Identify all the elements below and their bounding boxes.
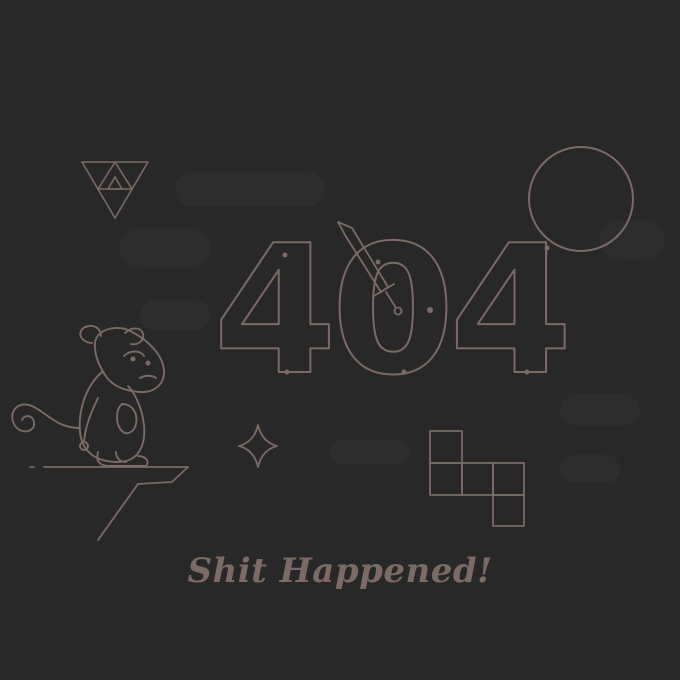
triforce-icon bbox=[81, 161, 149, 219]
cliff-icon bbox=[29, 466, 189, 541]
error-code-artwork: 404 bbox=[212, 206, 574, 415]
tetris-piece-icon bbox=[429, 430, 525, 527]
error-message: Shit Happened! bbox=[187, 551, 493, 591]
error-page: 404 Shit Happened! bbox=[0, 0, 680, 680]
sparkle-icon bbox=[238, 424, 278, 468]
error-code-numerals: 404 bbox=[213, 207, 567, 414]
monkey-icon bbox=[11, 324, 165, 467]
